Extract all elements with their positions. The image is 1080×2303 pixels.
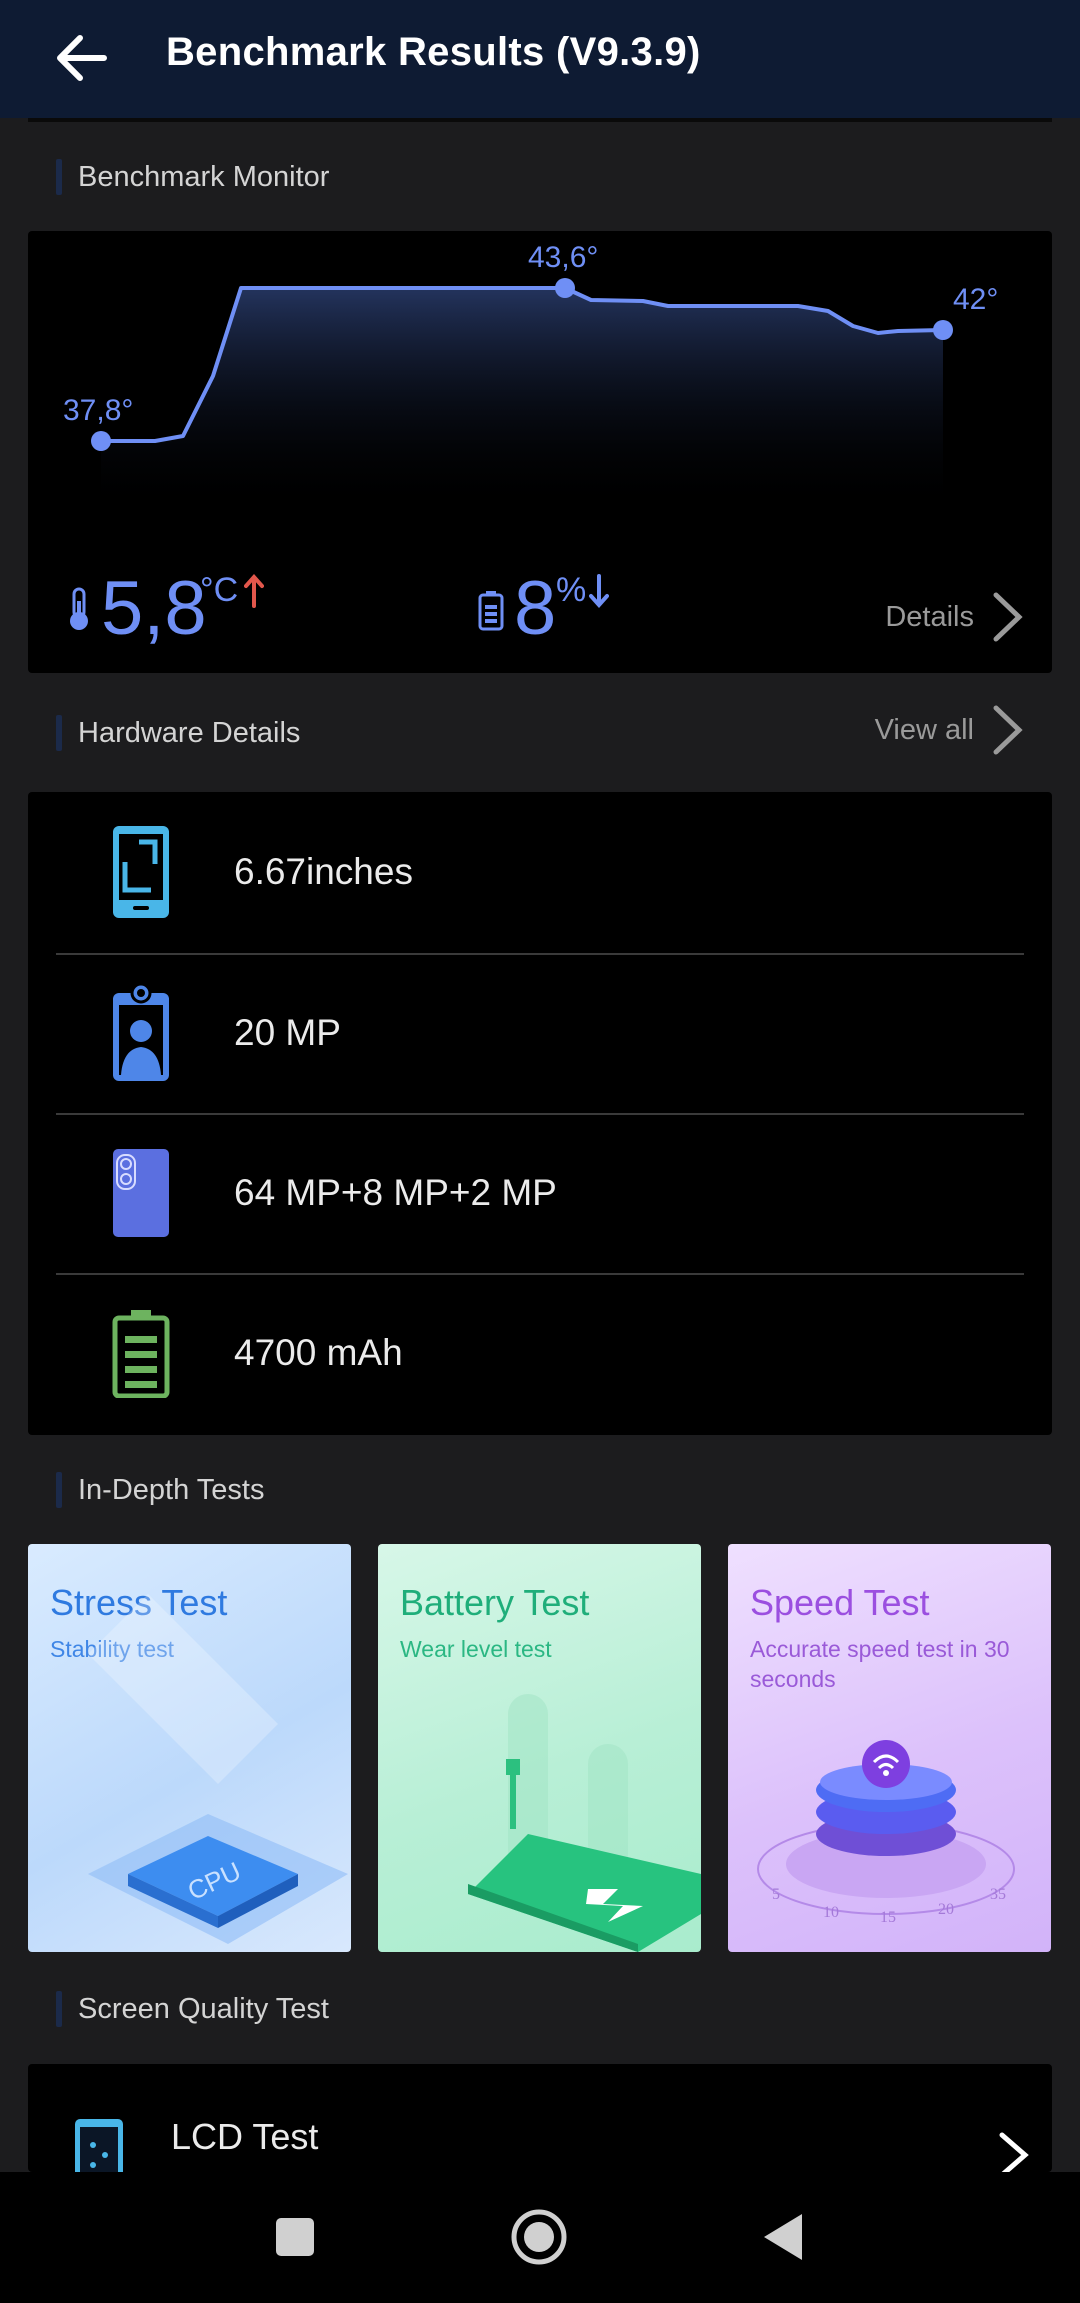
hardware-row-front-camera: 20 MP — [56, 953, 1024, 1112]
view-all-link[interactable]: View all — [875, 704, 1024, 756]
section-hardware-details: Hardware Details — [56, 714, 300, 752]
lcd-test-label: LCD Test — [171, 2116, 319, 2157]
hardware-details-card: 6.67inches 20 MP 64 MP+8 MP+2 MP 4700 mA… — [28, 792, 1052, 1435]
temperature-delta-value: 5,8 — [101, 566, 207, 651]
view-all-label: View all — [874, 713, 974, 746]
recents-button-icon[interactable] — [274, 2216, 316, 2258]
section-accent-bar — [56, 1472, 62, 1508]
section-accent-bar — [56, 159, 62, 195]
dial-label-10: 10 — [823, 1904, 839, 1921]
page-title: Benchmark Results (V9.3.9) — [166, 30, 701, 74]
chart-area-fill — [101, 288, 943, 511]
hardware-text: 64 MP+8 MP+2 MP — [234, 1171, 557, 1213]
speedometer-illustration: 5 10 15 20 35 — [757, 1740, 1015, 1926]
hardware-text: 4700 mAh — [234, 1331, 403, 1373]
section-accent-bar — [56, 1991, 62, 2027]
section-accent-bar — [56, 715, 62, 751]
hardware-text: 6.67inches — [234, 850, 413, 892]
chart-label-end: 42° — [953, 283, 998, 316]
header-underline — [28, 118, 1052, 122]
benchmark-monitor-card[interactable]: 37,8° 43,6° 42° 5,8 °C 8 % Details — [28, 231, 1052, 673]
section-benchmark-monitor: Benchmark Monitor — [56, 158, 329, 196]
hardware-row-rear-camera: 64 MP+8 MP+2 MP — [56, 1113, 1024, 1272]
battery-down-arrow-icon — [589, 574, 609, 608]
home-button-icon[interactable] — [510, 2208, 568, 2266]
section-screen-quality: Screen Quality Test — [56, 1990, 329, 2028]
section-label-text: Hardware Details — [78, 716, 301, 749]
system-navigation-bar — [0, 2172, 1080, 2303]
phone-screen-icon — [111, 824, 171, 920]
section-label-text: Screen Quality Test — [78, 1992, 329, 2025]
battery-unit: % — [556, 571, 587, 609]
front-camera-icon — [111, 982, 171, 1081]
details-link[interactable]: Details — [885, 591, 1024, 643]
thermometer-icon — [70, 587, 88, 630]
details-label: Details — [885, 600, 974, 633]
chart-point-peak — [555, 278, 575, 298]
dial-label-5: 5 — [772, 1886, 780, 1903]
chart-label-peak: 43,6° — [528, 241, 598, 274]
battery-illustration — [468, 1694, 701, 1952]
speed-test-tile[interactable]: Speed Test Accurate speed test in 30 sec… — [728, 1544, 1051, 1952]
chart-point-start — [91, 431, 111, 451]
battery-delta-value: 8 — [514, 566, 557, 651]
hardware-row-screen: 6.67inches — [56, 792, 1024, 951]
dial-label-15: 15 — [880, 1909, 896, 1926]
chevron-right-icon — [999, 2132, 1029, 2172]
cpu-illustration: CPU — [88, 1594, 348, 1944]
chevron-right-icon — [993, 592, 1023, 642]
chart-point-end — [933, 320, 953, 340]
hardware-row-battery: 4700 mAh — [56, 1273, 1024, 1432]
app-header: Benchmark Results (V9.3.9) — [0, 0, 1080, 118]
back-arrow-icon[interactable] — [52, 30, 110, 86]
lcd-test-row[interactable]: LCD Test — [28, 2064, 1052, 2172]
chart-label-start: 37,8° — [63, 394, 133, 427]
battery-icon — [111, 1305, 171, 1401]
lcd-test-icon — [75, 2119, 123, 2172]
section-label-text: In-Depth Tests — [78, 1473, 265, 1506]
back-button-icon[interactable] — [762, 2212, 804, 2262]
chevron-right-icon — [993, 705, 1023, 755]
battery-small-icon — [478, 591, 504, 631]
battery-test-tile[interactable]: Battery Test Wear level test — [378, 1544, 701, 1952]
hardware-text: 20 MP — [234, 1011, 341, 1053]
temperature-unit: °C — [200, 571, 239, 609]
stress-test-tile[interactable]: Stress Test Stability test CPU — [28, 1544, 351, 1952]
temperature-up-arrow-icon — [244, 574, 264, 608]
dial-label-35: 35 — [990, 1886, 1006, 1903]
rear-camera-icon — [111, 1145, 171, 1241]
dial-label-20: 20 — [938, 1901, 954, 1918]
section-label-text: Benchmark Monitor — [78, 160, 330, 193]
section-in-depth-tests: In-Depth Tests — [56, 1471, 264, 1509]
